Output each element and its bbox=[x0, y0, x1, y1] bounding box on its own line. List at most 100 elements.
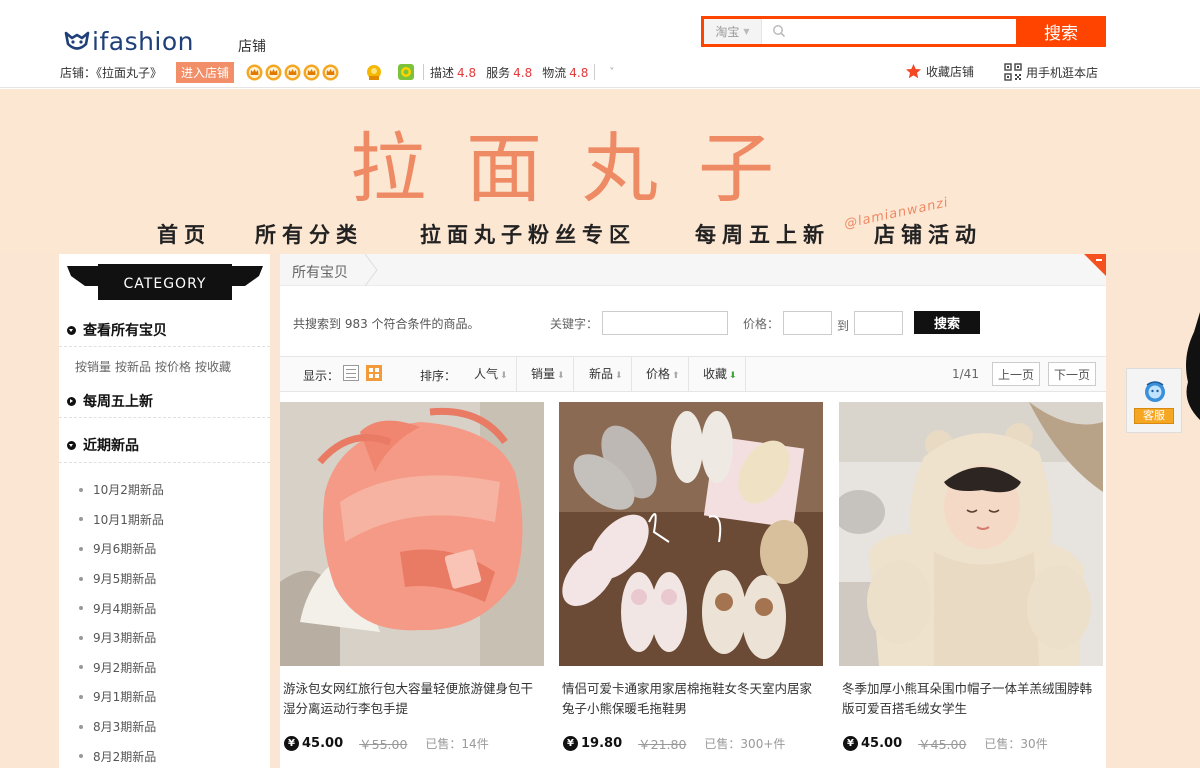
product-title[interactable]: 游泳包女网红旅行包大容量轻便旅游健身包干湿分离运动行李包手提 bbox=[283, 679, 539, 719]
original-price: ￥45.00 bbox=[918, 737, 967, 752]
bullet-dot bbox=[79, 694, 83, 699]
star-icon bbox=[906, 64, 921, 79]
nav-shop-events[interactable]: 店铺活动 bbox=[874, 219, 982, 249]
list-item[interactable]: 9月1期新品 bbox=[79, 682, 164, 712]
next-page-button[interactable]: 下一页 bbox=[1048, 362, 1097, 386]
list-item[interactable]: 8月2期新品 bbox=[79, 741, 164, 768]
current-price: 45.00 bbox=[302, 736, 344, 751]
product-image-bear-hat[interactable] bbox=[839, 402, 1103, 666]
bullet-dot bbox=[79, 546, 83, 551]
sort-down-icon: ⬇ bbox=[557, 371, 565, 381]
list-item[interactable]: 9月2期新品 bbox=[79, 653, 164, 683]
yen-icon: ¥ bbox=[563, 736, 578, 751]
sold-count: 已售：30件 bbox=[984, 737, 1048, 751]
crown-icon bbox=[322, 64, 339, 80]
sort-up-icon: ⬆ bbox=[672, 371, 680, 381]
yen-icon: ¥ bbox=[843, 736, 858, 751]
ribbon-tail-right bbox=[227, 266, 263, 286]
list-view-icon[interactable] bbox=[343, 365, 359, 381]
grid-view-icon[interactable] bbox=[366, 365, 382, 381]
product-card[interactable]: 情侣可爱卡通家用家居棉拖鞋女冬天室内居家兔子小熊保暖毛拖鞋男 ¥ 19.80 ￥… bbox=[559, 402, 823, 762]
sort-link-favorites[interactable]: 按收藏 bbox=[195, 360, 231, 374]
bullet-dot bbox=[79, 665, 83, 670]
bullet-dot bbox=[79, 487, 83, 492]
product-image-pink-bag[interactable] bbox=[280, 402, 544, 666]
price-min-input[interactable] bbox=[783, 311, 832, 335]
edge-decoration bbox=[1186, 312, 1200, 420]
sidebar-recent-new[interactable]: 近期新品 bbox=[67, 435, 139, 455]
search-button[interactable]: 搜索 bbox=[1016, 16, 1106, 47]
rating-service: 服务 4.8 bbox=[486, 65, 533, 80]
banner-title: 拉面丸子 bbox=[350, 124, 814, 213]
sort-favorites[interactable]: 收藏 ⬇ bbox=[696, 357, 746, 391]
list-item[interactable]: 10月2期新品 bbox=[79, 475, 164, 505]
sidebar-weekly-new[interactable]: 每周五上新 bbox=[67, 391, 153, 411]
nav-fan-zone[interactable]: 拉面丸子粉丝专区 bbox=[420, 219, 636, 249]
sort-price[interactable]: 价格 ⬆ bbox=[639, 357, 689, 391]
cat-logo-icon bbox=[64, 31, 90, 50]
search-input[interactable] bbox=[762, 19, 1016, 44]
customer-service-float[interactable]: 客服 bbox=[1126, 368, 1182, 433]
banner-nav: 首页 所有分类 拉面丸子粉丝专区 每周五上新 店铺活动 bbox=[0, 219, 1200, 249]
rating-logistics: 物流 4.8 bbox=[542, 65, 589, 80]
sidebar-weekly-new-label: 每周五上新 bbox=[83, 394, 153, 410]
shop-ratings[interactable]: 描述 4.8 服务 4.8 物流 4.8 bbox=[423, 64, 596, 80]
sort-down-icon: ⬇ bbox=[729, 371, 737, 381]
prev-page-button[interactable]: 上一页 bbox=[992, 362, 1041, 386]
logo[interactable]: ifashion bbox=[64, 26, 194, 56]
product-card[interactable]: 游泳包女网红旅行包大容量轻便旅游健身包干湿分离运动行李包手提 ¥ 45.00 ￥… bbox=[280, 402, 544, 762]
enter-shop-button[interactable]: 进入店铺 bbox=[176, 61, 235, 83]
chevron-down-icon[interactable]: ˅ bbox=[609, 67, 614, 78]
sort-link-price[interactable]: 按价格 bbox=[155, 360, 191, 374]
sort-popularity[interactable]: 人气 ⬇ bbox=[467, 357, 517, 391]
filter-search-button[interactable]: 搜索 bbox=[914, 311, 980, 334]
sort-down-icon: ⬇ bbox=[615, 371, 623, 381]
sidebar-recent-new-label: 近期新品 bbox=[83, 438, 139, 454]
sidebar-all-items-label: 查看所有宝贝 bbox=[83, 323, 167, 339]
mobile-shop-link[interactable]: 用手机逛本店 bbox=[1004, 63, 1098, 81]
favorite-shop-link[interactable]: 收藏店铺 bbox=[905, 63, 974, 80]
price-label: 价格： bbox=[743, 317, 780, 331]
search-scope-select[interactable]: 淘宝 ▼ bbox=[704, 19, 762, 44]
main-content: 所有宝贝 共搜索到 983 个符合条件的商品。 关键字： 价格： 到 搜索 显示… bbox=[280, 254, 1106, 768]
divider bbox=[59, 462, 270, 463]
nav-home[interactable]: 首页 bbox=[157, 219, 211, 249]
display-label: 显示： bbox=[303, 369, 340, 383]
nav-all-categories[interactable]: 所有分类 bbox=[255, 219, 363, 249]
product-title[interactable]: 冬季加厚小熊耳朵围巾帽子一体羊羔绒围脖韩版可爱百搭毛绒女学生 bbox=[842, 679, 1098, 719]
list-item[interactable]: 9月5期新品 bbox=[79, 564, 164, 594]
price-row: ¥ 45.00 ￥55.00 已售：14件 bbox=[284, 734, 489, 753]
list-item[interactable]: 9月3期新品 bbox=[79, 623, 164, 653]
shop-level-crowns bbox=[246, 64, 341, 81]
gold-seller-badge-icon[interactable] bbox=[365, 63, 383, 81]
list-item[interactable]: 10月1期新品 bbox=[79, 505, 164, 535]
breadcrumb-all-items[interactable]: 所有宝贝 bbox=[292, 262, 348, 282]
nav-weekly-new[interactable]: 每周五上新 bbox=[695, 219, 830, 249]
customer-service-icon bbox=[1145, 381, 1165, 402]
list-item[interactable]: 9月6期新品 bbox=[79, 534, 164, 564]
crown-icon bbox=[246, 64, 263, 80]
list-item[interactable]: 9月4期新品 bbox=[79, 593, 164, 623]
corner-flag-icon bbox=[1084, 254, 1106, 276]
sort-new[interactable]: 新品 ⬇ bbox=[582, 357, 632, 391]
product-card[interactable]: 冬季加厚小熊耳朵围巾帽子一体羊羔绒围脖韩版可爱百搭毛绒女学生 ¥ 45.00 ￥… bbox=[839, 402, 1103, 762]
favorite-shop-label: 收藏店铺 bbox=[926, 65, 975, 79]
sort-bar: 显示： 排序： 人气 ⬇ 销量 ⬇ 新品 ⬇ 价格 ⬆ 收藏 ⬇ 1/41 上一页 下一页 bbox=[280, 356, 1106, 392]
product-image-slippers[interactable] bbox=[559, 402, 823, 666]
logo-text: ifashion bbox=[92, 26, 195, 56]
search-box: 淘宝 ▼ 搜索 bbox=[701, 16, 1106, 47]
list-item[interactable]: 8月3期新品 bbox=[79, 712, 164, 742]
consumer-guarantee-badge-icon[interactable] bbox=[397, 63, 415, 81]
recent-new-list: 10月2期新品 10月1期新品 9月6期新品 9月5期新品 9月4期新品 9月3… bbox=[79, 475, 164, 768]
sort-sales[interactable]: 销量 ⬇ bbox=[524, 357, 574, 391]
sold-count: 已售：14件 bbox=[425, 737, 489, 751]
search-filter-bar: 共搜索到 983 个符合条件的商品。 关键字： 价格： 到 搜索 bbox=[280, 287, 1106, 355]
shop-banner: 拉面丸子 @lamianwanzi 首页 所有分类 拉面丸子粉丝专区 每周五上新… bbox=[0, 89, 1200, 254]
sidebar-all-items[interactable]: 查看所有宝贝 bbox=[67, 320, 167, 340]
keyword-input[interactable] bbox=[602, 311, 728, 335]
category-title: CATEGORY bbox=[123, 276, 207, 292]
sort-link-sales[interactable]: 按销量 bbox=[75, 360, 111, 374]
price-max-input[interactable] bbox=[854, 311, 903, 335]
product-title[interactable]: 情侣可爱卡通家用家居棉拖鞋女冬天室内居家兔子小熊保暖毛拖鞋男 bbox=[562, 679, 818, 719]
sort-link-new[interactable]: 按新品 bbox=[115, 360, 151, 374]
